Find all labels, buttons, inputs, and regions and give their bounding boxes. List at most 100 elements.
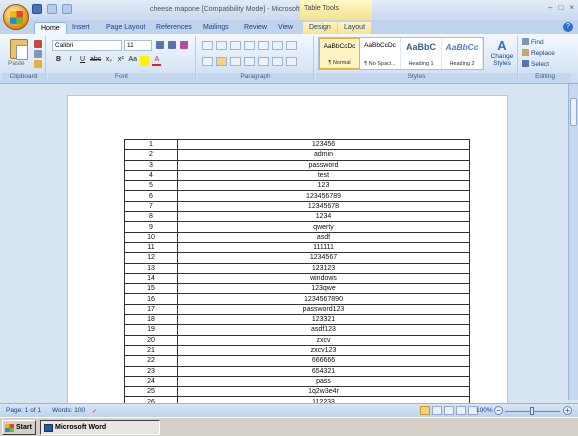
- password-cell[interactable]: 123456: [177, 138, 470, 151]
- row-number-cell[interactable]: 11: [124, 241, 178, 254]
- table-row[interactable]: 11 111111: [124, 241, 470, 254]
- table-row[interactable]: 4 test: [124, 169, 470, 182]
- table-row[interactable]: 12 1234567: [124, 252, 470, 264]
- superscript-button[interactable]: x²: [116, 56, 125, 66]
- paste-icon[interactable]: [10, 39, 28, 60]
- grow-font-icon[interactable]: [156, 41, 164, 49]
- table-row[interactable]: 14 windows: [124, 272, 470, 285]
- table-row[interactable]: 19 asdf123: [124, 324, 470, 336]
- row-number-cell[interactable]: 2: [124, 149, 178, 161]
- row-number-cell[interactable]: 9: [124, 221, 178, 233]
- tab-mailings[interactable]: Mailings: [197, 22, 235, 34]
- row-number-cell[interactable]: 10: [124, 231, 178, 243]
- row-number-cell[interactable]: 24: [124, 375, 178, 388]
- word-count[interactable]: Words: 100: [52, 407, 85, 414]
- strikethrough-button[interactable]: abc: [90, 56, 101, 66]
- table-row[interactable]: 23 654321: [124, 365, 470, 377]
- change-case-button[interactable]: Aa: [128, 56, 138, 66]
- row-number-cell[interactable]: 19: [124, 324, 178, 336]
- font-color-button[interactable]: A: [152, 56, 162, 66]
- highlight-icon[interactable]: [140, 56, 150, 66]
- change-styles-button[interactable]: A Change Styles: [488, 38, 516, 67]
- tab-view[interactable]: View: [272, 22, 299, 34]
- tab-home[interactable]: Home: [34, 22, 67, 34]
- style-heading-1[interactable]: AaBbC Heading 1: [401, 38, 442, 69]
- document-page[interactable]: 1 123456 2 admin 3 password 4 test 5 123 6 12345678…: [67, 95, 508, 408]
- help-icon[interactable]: ?: [563, 22, 573, 32]
- row-number-cell[interactable]: 3: [124, 159, 178, 171]
- increase-indent-icon[interactable]: [258, 41, 269, 50]
- zoom-out-button[interactable]: −: [494, 406, 503, 415]
- font-size-select[interactable]: 11: [124, 40, 152, 51]
- password-cell[interactable]: 123123: [177, 262, 470, 274]
- row-number-cell[interactable]: 13: [124, 262, 178, 274]
- password-cell[interactable]: 1234567: [177, 252, 470, 264]
- table-row[interactable]: 9 qwerty: [124, 221, 470, 233]
- tab-insert[interactable]: Insert: [66, 22, 96, 34]
- table-row[interactable]: 17 password123: [124, 303, 470, 316]
- proofing-icon[interactable]: ✓: [92, 407, 97, 415]
- row-number-cell[interactable]: 22: [124, 355, 178, 367]
- password-cell[interactable]: 123321: [177, 314, 470, 326]
- table-row[interactable]: 10 asdf: [124, 231, 470, 243]
- password-cell[interactable]: 1234567890: [177, 293, 470, 305]
- row-number-cell[interactable]: 25: [124, 386, 178, 398]
- bullets-icon[interactable]: [202, 41, 213, 50]
- password-cell[interactable]: pass: [177, 375, 470, 388]
- table-row[interactable]: 25 1q2w3e4r: [124, 386, 470, 398]
- redo-icon[interactable]: [62, 4, 72, 14]
- align-right-icon[interactable]: [230, 57, 241, 66]
- shrink-font-icon[interactable]: [168, 41, 176, 49]
- password-cell[interactable]: password123: [177, 303, 470, 316]
- password-cell[interactable]: qwerty: [177, 221, 470, 233]
- password-cell[interactable]: asdf123: [177, 324, 470, 336]
- password-cell[interactable]: zxcv: [177, 334, 470, 346]
- line-spacing-icon[interactable]: [258, 57, 269, 66]
- row-number-cell[interactable]: 12: [124, 252, 178, 264]
- table-row[interactable]: 18 123321: [124, 314, 470, 326]
- zoom-slider-thumb[interactable]: [530, 407, 534, 415]
- justify-icon[interactable]: [244, 57, 255, 66]
- password-cell[interactable]: password: [177, 159, 470, 171]
- style-normal[interactable]: AaBbCcDc ¶ Normal: [319, 38, 360, 69]
- full-screen-icon[interactable]: [432, 406, 442, 415]
- style-no-spacing[interactable]: AaBbCcDc ¶ No Spaci...: [360, 38, 401, 69]
- table-row[interactable]: 15 123qwe: [124, 283, 470, 295]
- password-cell[interactable]: 123456789: [177, 190, 470, 202]
- password-cell[interactable]: zxcv123: [177, 344, 470, 357]
- table-row[interactable]: 13 123123: [124, 262, 470, 274]
- row-number-cell[interactable]: 7: [124, 200, 178, 213]
- subscript-button[interactable]: x₂: [104, 56, 113, 66]
- password-cell[interactable]: windows: [177, 272, 470, 285]
- table-row[interactable]: 20 zxcv: [124, 334, 470, 346]
- scrollbar-thumb[interactable]: [570, 98, 577, 126]
- row-number-cell[interactable]: 21: [124, 344, 178, 357]
- clear-formatting-icon[interactable]: [180, 41, 188, 49]
- minimize-button[interactable]: –: [548, 3, 552, 12]
- zoom-level[interactable]: 100%: [476, 407, 493, 414]
- table-row[interactable]: 21 zxcv123: [124, 344, 470, 357]
- password-cell[interactable]: 111111: [177, 241, 470, 254]
- row-number-cell[interactable]: 17: [124, 303, 178, 316]
- office-button[interactable]: [3, 4, 29, 30]
- password-cell[interactable]: admin: [177, 149, 470, 161]
- tab-design[interactable]: Design: [303, 22, 337, 34]
- row-number-cell[interactable]: 8: [124, 211, 178, 223]
- tab-review[interactable]: Review: [238, 22, 273, 34]
- style-heading-2[interactable]: AaBbCc Heading 2: [442, 38, 483, 69]
- decrease-indent-icon[interactable]: [244, 41, 255, 50]
- close-button[interactable]: ×: [569, 3, 574, 12]
- password-cell[interactable]: 1q2w3e4r: [177, 386, 470, 398]
- password-cell[interactable]: 123qwe: [177, 283, 470, 295]
- password-cell[interactable]: asdf: [177, 231, 470, 243]
- password-cell[interactable]: 666666: [177, 355, 470, 367]
- row-number-cell[interactable]: 23: [124, 365, 178, 377]
- zoom-in-button[interactable]: +: [563, 406, 572, 415]
- maximize-button[interactable]: □: [558, 3, 563, 12]
- select-button[interactable]: Select: [522, 60, 549, 68]
- undo-icon[interactable]: [47, 4, 57, 14]
- password-table[interactable]: 1 123456 2 admin 3 password 4 test 5 123 6 12345678…: [124, 138, 470, 408]
- borders-icon[interactable]: [286, 57, 297, 66]
- row-number-cell[interactable]: 18: [124, 314, 178, 326]
- multilevel-list-icon[interactable]: [230, 41, 241, 50]
